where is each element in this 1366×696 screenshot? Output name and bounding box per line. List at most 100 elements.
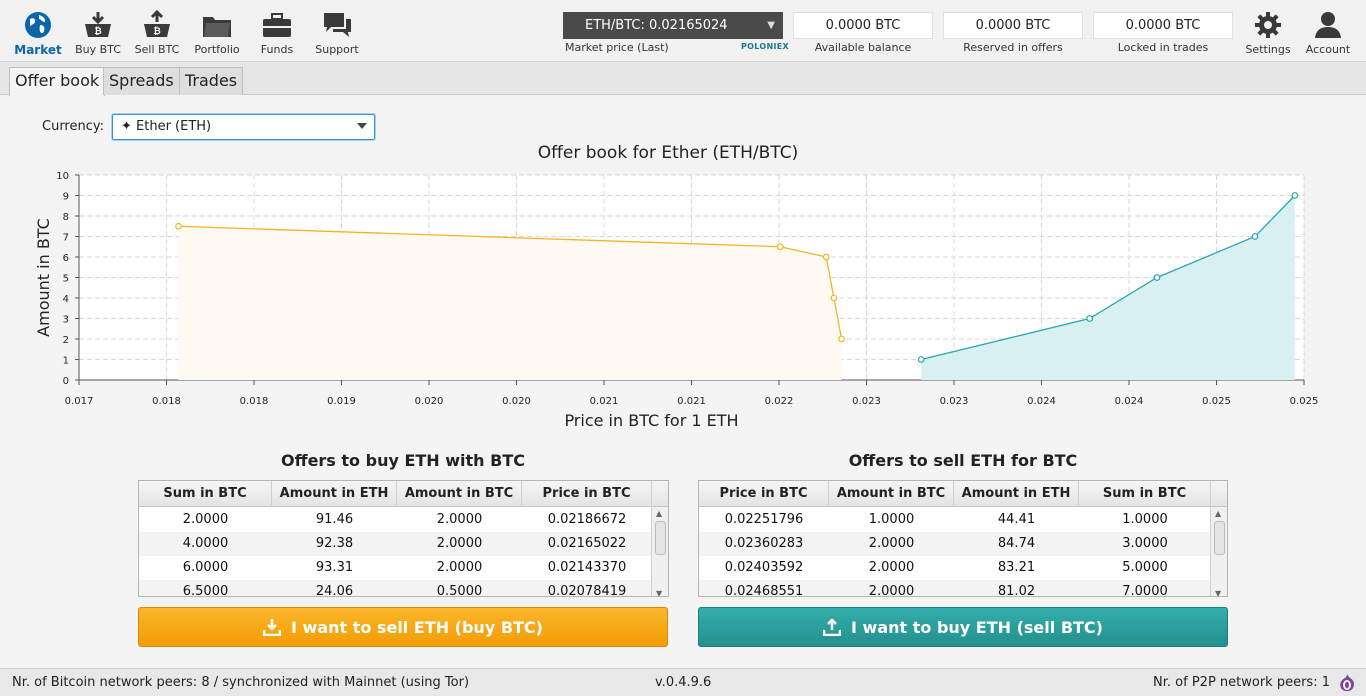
reserved-balance-label: Reserved in offers — [963, 41, 1063, 54]
x-tick-label: 0.021 — [590, 396, 619, 407]
column-header[interactable]: Amount in ETH — [272, 481, 397, 507]
locked-balance-label: Locked in trades — [1117, 41, 1209, 54]
x-axis-label: Price in BTC for 1 ETH — [564, 411, 738, 430]
chevron-down-icon: ▼ — [767, 20, 775, 31]
table-cell: 2.0000 — [868, 560, 915, 575]
buy-offer-point — [822, 253, 830, 261]
nav-settings-button[interactable]: Settings — [1238, 10, 1298, 56]
column-header[interactable]: Price in BTC — [699, 481, 829, 507]
nav-sell-btc-button[interactable]: ₿ Sell BTC — [127, 10, 187, 56]
table-row[interactable]: 2.0000 91.46 2.0000 0.02186672 — [139, 508, 651, 532]
scroll-down-icon[interactable]: ▼ — [1215, 589, 1221, 596]
scroll-down-icon[interactable]: ▼ — [656, 589, 662, 596]
buy-btc-icon: ₿ — [85, 12, 111, 37]
buy-table-scrollbar[interactable]: ▲ ▼ — [651, 507, 668, 596]
table-cell: 0.02078419 — [547, 584, 627, 597]
table-cell: 2.0000 — [868, 584, 915, 597]
sell-offer-point — [1291, 192, 1299, 199]
table-cell: 84.74 — [997, 536, 1036, 551]
nav-funds-button[interactable]: Funds — [247, 10, 307, 56]
table-cell: 91.46 — [315, 512, 354, 527]
nav-support-button[interactable]: Support — [307, 10, 367, 56]
x-tick-label: 0.021 — [677, 396, 706, 407]
table-row[interactable]: 0.02468551 2.0000 81.02 7.0000 — [699, 580, 1211, 597]
table-cell: 92.38 — [315, 536, 354, 551]
gear-icon — [1255, 12, 1281, 38]
tab-offer-book[interactable]: Offer book — [9, 67, 106, 96]
nav-portfolio-label: Portfolio — [194, 43, 240, 56]
scroll-thumb[interactable] — [1214, 521, 1225, 555]
y-tick-label: 5 — [63, 274, 69, 285]
buy-eth-button-label: I want to buy ETH (sell BTC) — [851, 618, 1103, 637]
table-row[interactable]: 6.5000 24.06 0.5000 0.02078419 — [139, 580, 651, 597]
buy-offers-title: Offers to buy ETH with BTC — [281, 451, 525, 470]
svg-text:₿: ₿ — [94, 26, 101, 37]
sell-eth-button[interactable]: I want to sell ETH (buy BTC) — [138, 607, 668, 647]
column-header[interactable]: Sum in BTC — [1079, 481, 1211, 507]
top-bar: Market ₿ Buy BTC ₿ Sell BTC Portfolio Fu… — [0, 0, 1366, 62]
column-header[interactable]: Amount in BTC — [829, 481, 954, 507]
table-cell: 1.0000 — [868, 512, 915, 527]
svg-text:₿: ₿ — [153, 26, 160, 37]
bitcoin-network-status: Nr. of Bitcoin network peers: 8 / synchr… — [12, 675, 470, 690]
y-tick-label: 8 — [63, 212, 69, 223]
market-price-select[interactable]: ETH/BTC: 0.02165024 ▼ — [563, 12, 783, 39]
sell-offer-point — [1251, 233, 1259, 240]
table-row[interactable]: 0.02403592 2.0000 83.21 5.0000 — [699, 556, 1211, 580]
tab-trades[interactable]: Trades — [179, 67, 244, 95]
folder-icon — [203, 17, 231, 37]
sell-table-scrollbar[interactable]: ▲ ▼ — [1210, 507, 1227, 596]
table-cell: 24.06 — [315, 584, 354, 597]
column-header[interactable]: Amount in ETH — [954, 481, 1079, 507]
market-price-value: ETH/BTC: 0.02165024 — [585, 18, 728, 33]
y-tick-label: 3 — [63, 315, 69, 326]
column-header[interactable]: Amount in BTC — [397, 481, 522, 507]
sell-btc-icon: ₿ — [144, 10, 170, 37]
x-tick-label: 0.024 — [1115, 396, 1144, 407]
y-tick-label: 0 — [63, 376, 69, 387]
nav-portfolio-button[interactable]: Portfolio — [187, 10, 247, 56]
available-balance-label: Available balance — [814, 41, 912, 54]
x-tick-label: 0.022 — [765, 396, 794, 407]
scroll-up-icon[interactable]: ▲ — [656, 509, 662, 518]
x-tick-label: 0.023 — [940, 396, 969, 407]
x-tick-label: 0.019 — [327, 396, 356, 407]
table-cell: 2.0000 — [436, 536, 483, 551]
nav-market-button[interactable]: Market — [8, 10, 68, 57]
buy-offers-area — [178, 226, 842, 380]
nav-account-button[interactable]: Account — [1298, 10, 1358, 56]
table-cell: 0.02186672 — [547, 512, 627, 527]
y-axis-label: Amount in BTC — [34, 218, 53, 337]
column-header[interactable]: Sum in BTC — [139, 481, 272, 507]
status-bar: Nr. of Bitcoin network peers: 8 / synchr… — [0, 668, 1366, 696]
sell-offers-table[interactable]: Price in BTC Amount in BTC Amount in ETH… — [698, 480, 1228, 597]
table-row[interactable]: 4.0000 92.38 2.0000 0.02165022 — [139, 532, 651, 556]
table-row[interactable]: 6.0000 93.31 2.0000 0.02143370 — [139, 556, 651, 580]
chart-title: Offer book for Ether (ETH/BTC) — [537, 143, 799, 163]
buy-offers-table[interactable]: Sum in BTC Amount in ETH Amount in BTC P… — [138, 480, 669, 597]
nav-buy-btc-button[interactable]: ₿ Buy BTC — [68, 10, 128, 56]
x-tick-label: 0.025 — [1202, 396, 1231, 407]
sell-offer-point — [1153, 274, 1161, 281]
currency-select[interactable]: ✦ Ether (ETH) — [112, 114, 375, 140]
nav-settings-label: Settings — [1245, 43, 1291, 56]
column-header[interactable]: Price in BTC — [522, 481, 652, 507]
table-row[interactable]: 0.02251796 1.0000 44.41 1.0000 — [699, 508, 1211, 532]
table-cell: 1.0000 — [1122, 512, 1168, 527]
table-cell: 6.0000 — [182, 560, 229, 575]
tab-spreads[interactable]: Spreads — [103, 67, 180, 95]
offer-book-chart: 0.017 0.018 0.018 0.019 0.020 0.020 0.021 0.021… — [34, 171, 1318, 430]
user-icon — [1315, 12, 1341, 38]
buy-eth-button[interactable]: I want to buy ETH (sell BTC) — [698, 607, 1228, 647]
nav-support-label: Support — [315, 43, 359, 56]
table-cell: 83.21 — [997, 560, 1036, 575]
table-row[interactable]: 0.02360283 2.0000 84.74 3.0000 — [699, 532, 1211, 556]
buy-offer-point — [776, 243, 784, 251]
scroll-thumb[interactable] — [655, 521, 666, 555]
table-cell: 7.0000 — [1122, 584, 1168, 597]
scroll-up-icon[interactable]: ▲ — [1215, 509, 1221, 518]
download-icon — [262, 619, 282, 637]
table-cell: 0.5000 — [436, 584, 483, 597]
y-tick-label: 6 — [63, 253, 69, 264]
table-cell: 0.02360283 — [724, 536, 804, 551]
